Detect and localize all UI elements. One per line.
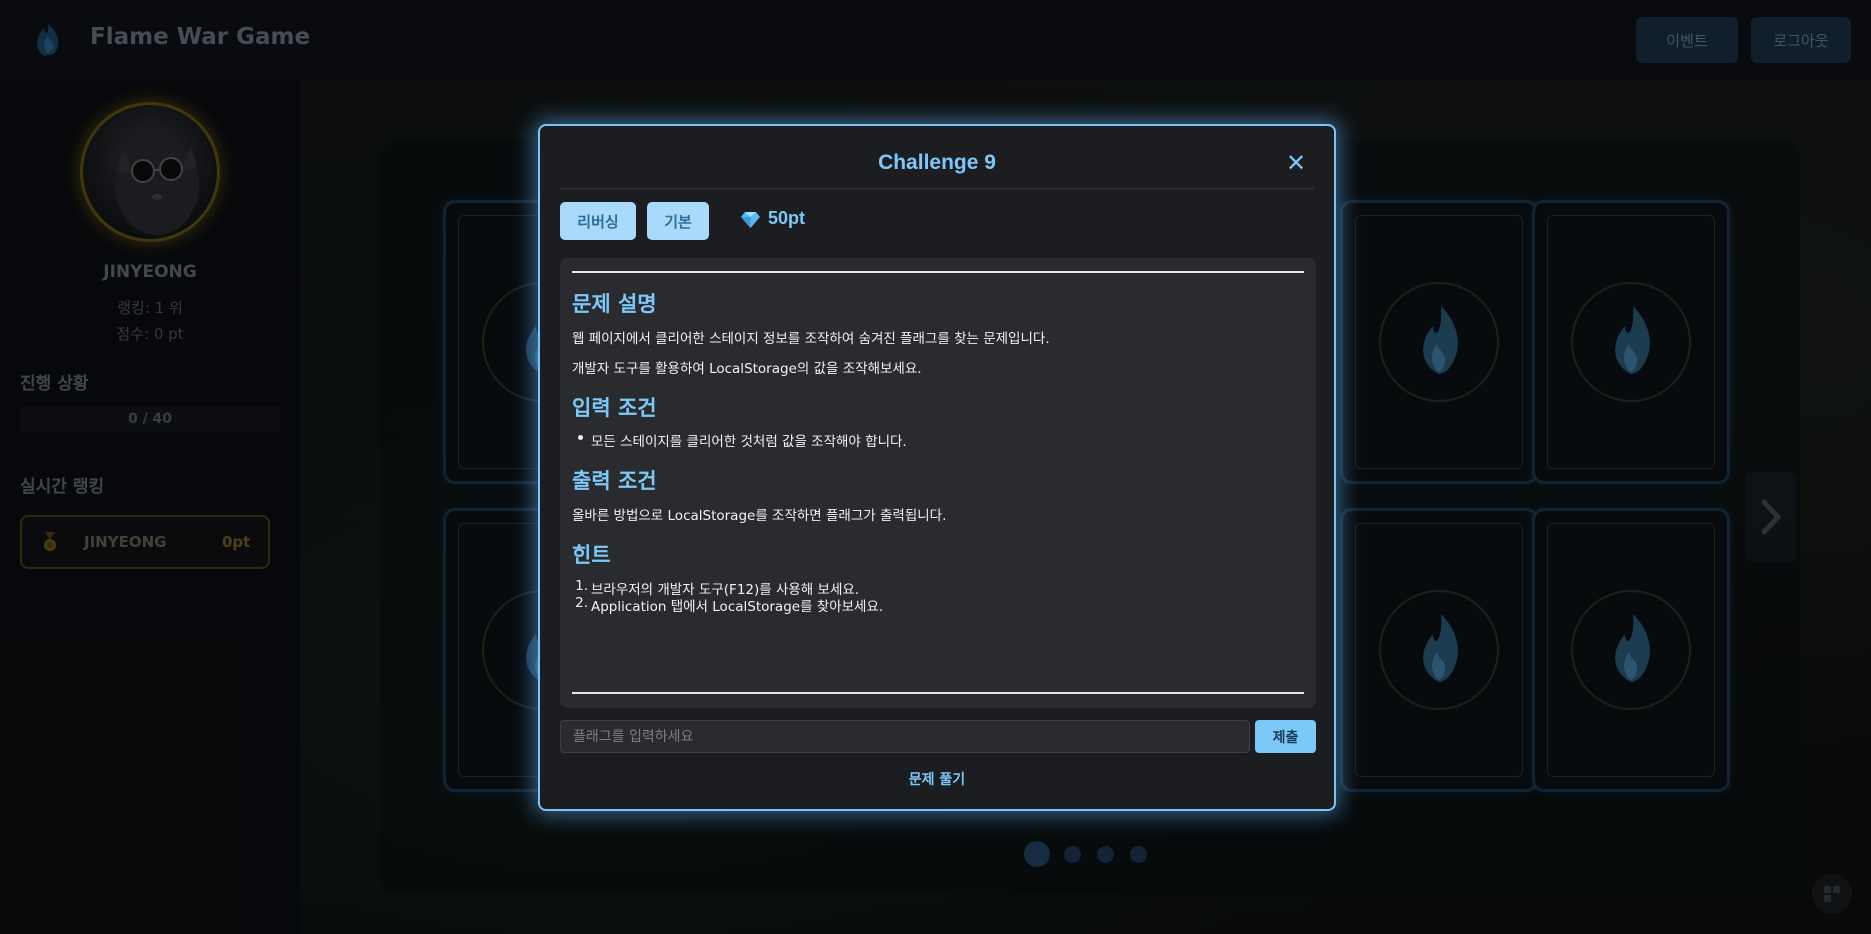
output-text: 올바른 방법으로 LocalStorage를 조작하면 플래그가 출력됩니다. bbox=[572, 508, 947, 524]
flag-input[interactable] bbox=[560, 720, 1250, 753]
divider bbox=[560, 188, 1314, 189]
category-tag: 리버싱 bbox=[560, 202, 636, 240]
solve-challenge-link[interactable]: 문제 풀기 bbox=[540, 769, 1334, 789]
hint-number: 2. bbox=[575, 595, 588, 611]
challenge-description: 문제 설명 웹 페이지에서 클리어한 스테이지 정보를 조작하여 숨겨진 플래그… bbox=[560, 258, 1316, 708]
challenge-points: 50pt bbox=[768, 208, 806, 228]
difficulty-tag: 기본 bbox=[647, 202, 709, 240]
close-icon[interactable]: ✕ bbox=[1283, 150, 1309, 176]
hint-item: Application 탭에서 LocalStorage를 찾아보세요. bbox=[591, 599, 884, 615]
input-heading: 입력 조건 bbox=[572, 396, 657, 420]
submit-button[interactable]: 제출 bbox=[1255, 720, 1316, 753]
divider bbox=[572, 271, 1304, 273]
description-text: 웹 페이지에서 클리어한 스테이지 정보를 조작하여 숨겨진 플래그를 찾는 문… bbox=[572, 331, 1050, 347]
output-heading: 출력 조건 bbox=[572, 469, 657, 493]
divider bbox=[572, 692, 1304, 694]
bullet bbox=[578, 435, 583, 440]
hint-heading: 힌트 bbox=[572, 543, 611, 567]
hint-number: 1. bbox=[575, 578, 588, 594]
input-condition-item: 모든 스테이지를 클리어한 것처럼 값을 조작해야 합니다. bbox=[591, 434, 907, 450]
modal-title: Challenge 9 bbox=[878, 151, 996, 174]
description-heading: 문제 설명 bbox=[572, 292, 657, 316]
challenge-modal: Challenge 9 ✕ 리버싱 기본 50pt 문제 설명 웹 페이지에서 … bbox=[538, 124, 1336, 811]
diamond-icon bbox=[741, 212, 760, 228]
description-text: 개발자 도구를 활용하여 LocalStorage의 값을 조작해보세요. bbox=[572, 361, 922, 377]
